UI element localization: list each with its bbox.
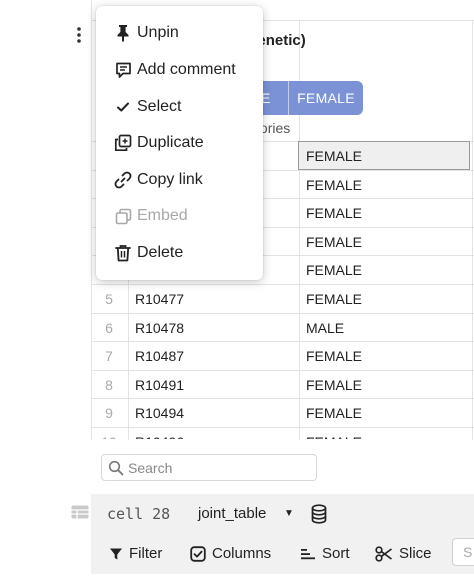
search-icon (108, 460, 124, 475)
embed-icon (113, 208, 133, 225)
chevron-down-icon[interactable]: ▼ (284, 508, 294, 519)
checkbox-icon (190, 545, 206, 562)
sex-cell[interactable]: FEMALE (306, 262, 362, 278)
row-index: 6 (105, 319, 113, 336)
row-index: 5 (105, 291, 113, 307)
menu-label: Select (137, 98, 182, 115)
id-cell[interactable]: R10494 (135, 405, 184, 421)
sort-icon (301, 548, 315, 559)
columns-label: Columns (212, 545, 272, 562)
menu-item-add-comment[interactable]: Add comment (96, 55, 263, 85)
menu-label: Copy link (137, 171, 203, 188)
table-name-dropdown[interactable]: joint_table (198, 505, 266, 522)
sex-cell[interactable]: FEMALE (306, 177, 362, 193)
menu-label: Duplicate (137, 134, 204, 151)
table-row[interactable]: 10 R10496 FEMALE (91, 427, 474, 439)
kebab-menu-icon[interactable] (73, 26, 85, 44)
duplicate-icon (113, 134, 133, 152)
sex-cell[interactable]: FEMALE (306, 291, 362, 307)
pin-icon (113, 24, 133, 42)
table-icon[interactable] (71, 505, 89, 519)
menu-item-delete[interactable]: Delete (96, 238, 263, 268)
scissors-icon (375, 545, 393, 562)
table-row[interactable]: 6 R10478 MALE (91, 312, 474, 342)
sex-cell[interactable]: FEMALE (306, 205, 362, 221)
columns-button[interactable]: Columns (190, 545, 271, 562)
search-input[interactable]: Search (101, 454, 317, 481)
table-row[interactable]: 8 R10491 FEMALE (91, 369, 474, 399)
link-icon (113, 171, 133, 189)
row-index: 7 (105, 348, 113, 365)
row-index: 8 (105, 376, 113, 393)
menu-label: Unpin (137, 24, 179, 41)
menu-item-duplicate[interactable]: Duplicate (96, 128, 263, 158)
id-cell[interactable]: R10496 (135, 434, 184, 439)
filter-icon (110, 548, 122, 559)
toolbar-search-input[interactable]: S (452, 538, 474, 566)
id-cell[interactable]: R10487 (135, 348, 184, 364)
sex-cell[interactable]: FEMALE (306, 348, 362, 364)
slice-button[interactable]: Slice (375, 545, 432, 562)
sex-cell[interactable]: FEMALE (306, 377, 362, 393)
menu-label: Delete (137, 244, 184, 261)
id-cell[interactable]: R10491 (135, 377, 184, 393)
table-row[interactable]: 5 R10477 FEMALE (91, 284, 474, 313)
sort-button[interactable]: Sort (300, 545, 350, 562)
menu-item-unpin[interactable]: Unpin (96, 18, 263, 48)
sex-cell[interactable]: FEMALE (306, 434, 362, 439)
row-index: 9 (105, 405, 113, 422)
comment-icon (113, 62, 133, 79)
table-row[interactable]: 9 R10494 FEMALE (91, 398, 474, 427)
menu-item-embed[interactable]: Embed (96, 201, 263, 231)
menu-item-select[interactable]: Select (96, 92, 263, 122)
toolbar-search-placeholder: S (463, 544, 473, 560)
sex-cell[interactable]: FEMALE (306, 234, 362, 250)
menu-item-copy-link[interactable]: Copy link (96, 165, 263, 195)
database-icon[interactable] (311, 504, 327, 524)
sort-label: Sort (322, 545, 350, 562)
table-row[interactable]: 7 R10487 FEMALE (91, 341, 474, 370)
category-female-button[interactable]: FEMALE (288, 81, 363, 115)
menu-label: Embed (137, 207, 188, 224)
cell-label: cell 28 (107, 505, 171, 523)
app-root: s sex (genetic) string MALE FEMALE 2 cat… (0, 0, 474, 579)
context-menu: Unpin Add comment Select Duplicate Copy … (96, 6, 263, 280)
search-placeholder: Search (128, 459, 173, 476)
sex-cell[interactable]: FEMALE (306, 405, 362, 421)
row-index: 10 (91, 434, 127, 439)
filter-label: Filter (129, 545, 163, 562)
slice-label: Slice (399, 545, 432, 562)
sex-cell[interactable]: FEMALE (306, 148, 362, 164)
id-cell[interactable]: R10478 (135, 320, 184, 336)
filter-button[interactable]: Filter (109, 545, 162, 562)
check-icon (113, 101, 133, 113)
trash-icon (113, 244, 133, 262)
id-cell[interactable]: R10477 (135, 291, 184, 307)
menu-label: Add comment (137, 61, 236, 78)
sex-cell[interactable]: MALE (306, 320, 344, 336)
